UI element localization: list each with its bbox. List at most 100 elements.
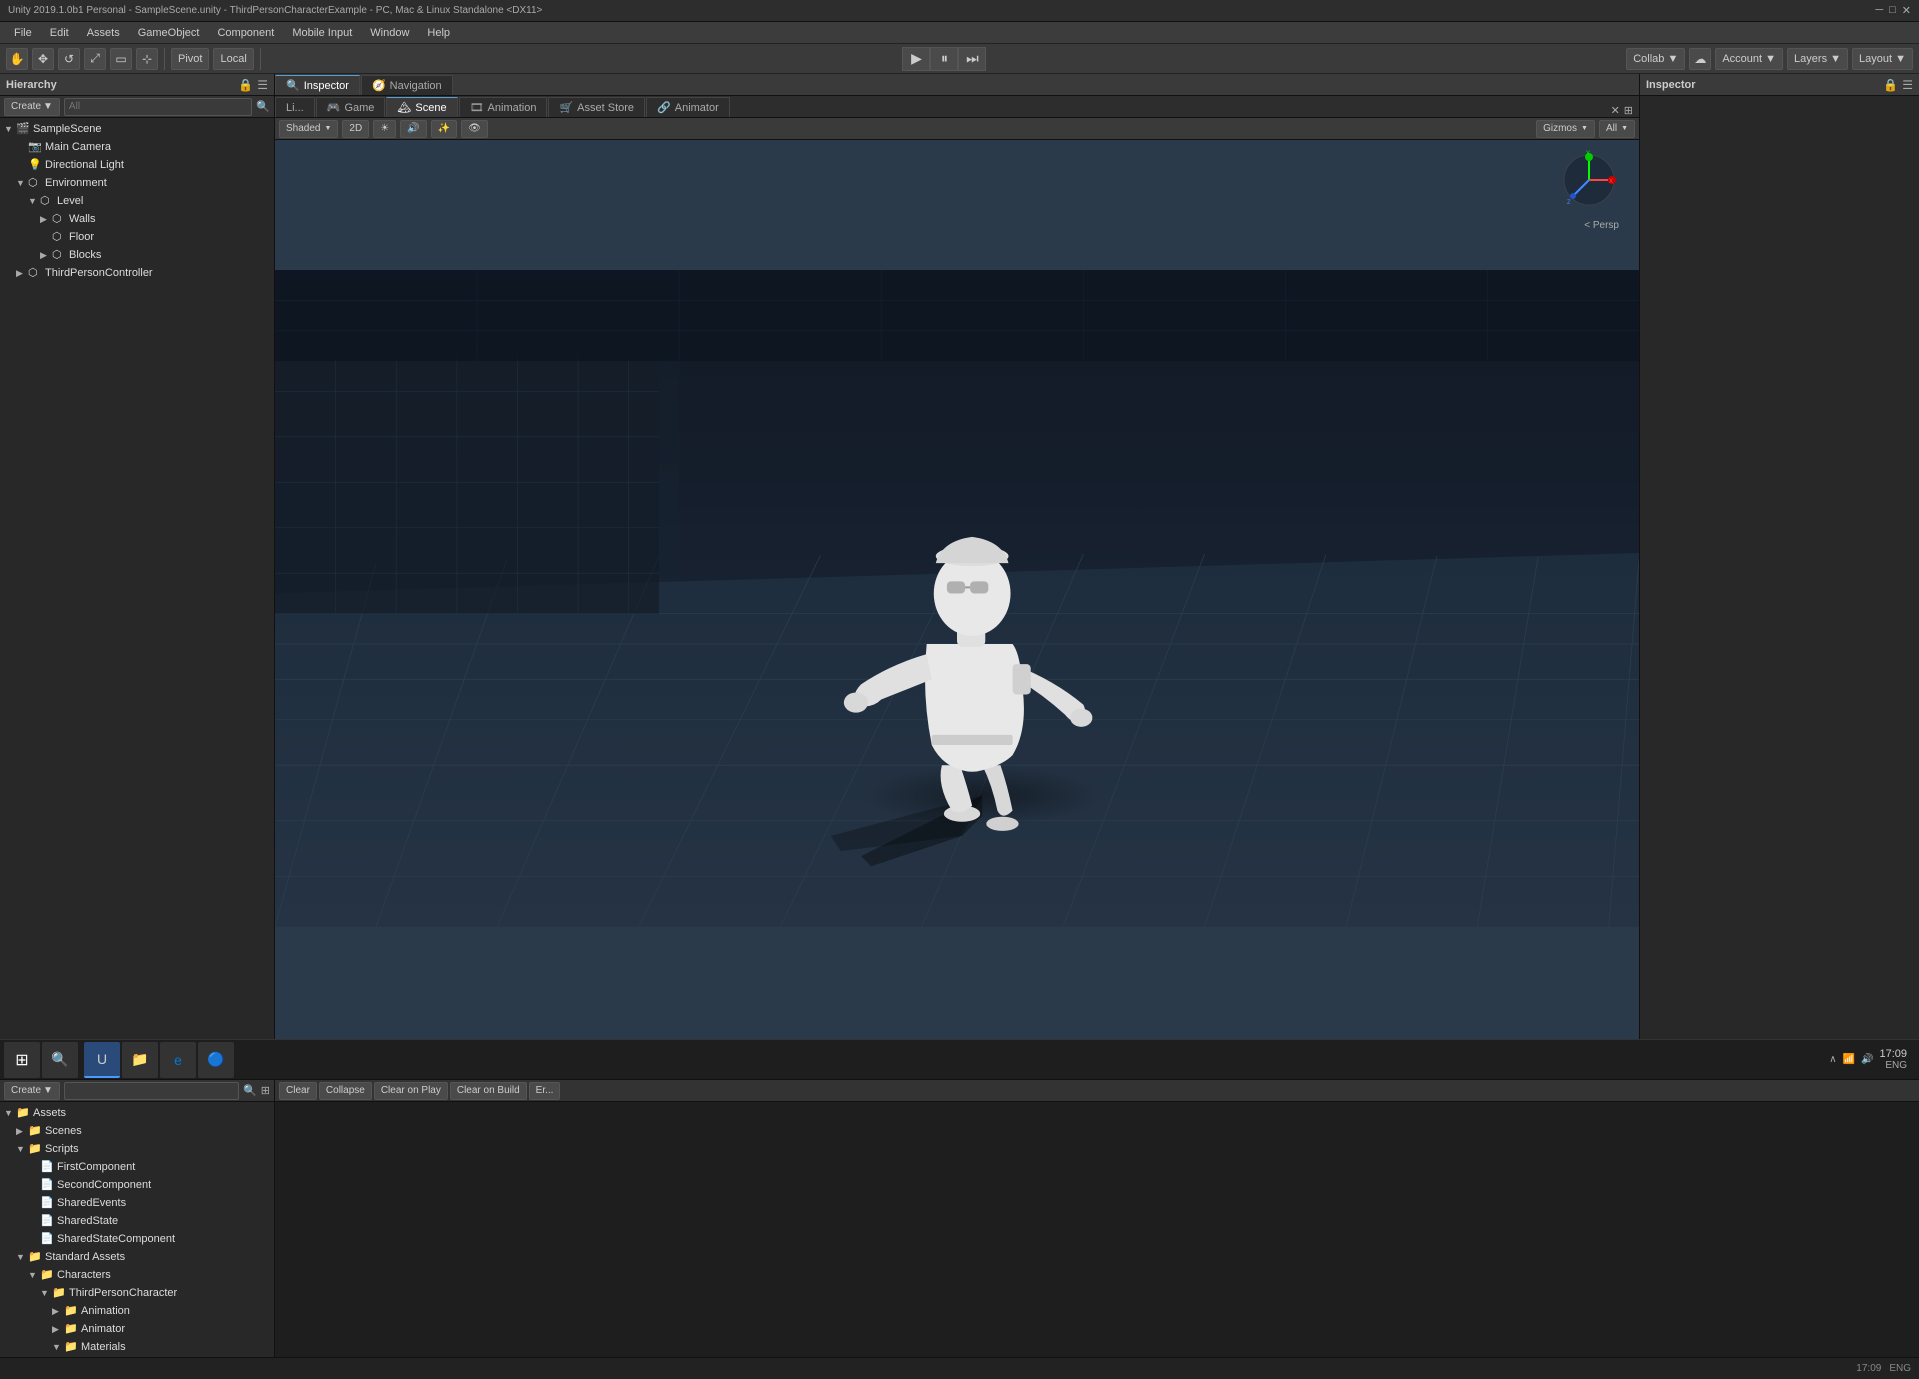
tab-navigation[interactable]: 🧭 Navigation: [361, 75, 453, 95]
clear-on-play-btn[interactable]: Clear on Play: [374, 1082, 448, 1100]
project-search[interactable]: [64, 1082, 239, 1100]
scene-view[interactable]: Y X Z < Persp: [275, 140, 1639, 1057]
tree-item-thirdpersoncharacter[interactable]: ▼ 📁 ThirdPersonCharacter: [0, 1284, 274, 1302]
tab-assetstore[interactable]: 🛒 Asset Store: [548, 97, 645, 117]
tree-item-thirdpersoncontroller[interactable]: ▶ ⬡ ThirdPersonController: [0, 264, 274, 282]
cloud-btn[interactable]: ☁: [1689, 48, 1711, 70]
project-grid-icon[interactable]: ⊞: [261, 1084, 270, 1097]
svg-text:X: X: [1609, 179, 1613, 185]
project-create-btn[interactable]: Create ▼: [4, 1082, 60, 1100]
minimize-btn[interactable]: ─: [1875, 4, 1883, 17]
collab-btn[interactable]: Collab ▼: [1626, 48, 1685, 70]
layout-btn[interactable]: Layout ▼: [1852, 48, 1913, 70]
pause-btn[interactable]: ⏸: [930, 47, 958, 71]
hierarchy-menu-icon[interactable]: ☰: [257, 78, 268, 92]
local-btn[interactable]: Local: [213, 48, 253, 70]
hierarchy-lock-icon[interactable]: 🔒: [238, 78, 253, 92]
hierarchy-create-btn[interactable]: Create ▼: [4, 98, 60, 116]
toolbar: ✋ ✥ ↺ ⤢ ▭ ⊹ Pivot Local ▶ ⏸ ⏭ Collab ▼ ☁…: [0, 44, 1919, 74]
tree-item-standardassets[interactable]: ▼ 📁 Standard Assets: [0, 1248, 274, 1266]
explorer-taskbar-icon[interactable]: 📁: [122, 1042, 158, 1078]
arrow-samplescene: ▼: [4, 124, 16, 134]
gizmo-svg: Y X Z: [1559, 150, 1619, 210]
rotate-tool-btn[interactable]: ↺: [58, 48, 80, 70]
account-btn[interactable]: Account ▼: [1715, 48, 1783, 70]
tree-item-animator-folder[interactable]: ▶ 📁 Animator: [0, 1320, 274, 1338]
clear-on-build-btn[interactable]: Clear on Build: [450, 1082, 527, 1100]
tree-item-secondcomponent[interactable]: 📄 SecondComponent: [0, 1176, 274, 1194]
start-btn[interactable]: ⊞: [4, 1042, 40, 1078]
menu-component[interactable]: Component: [209, 25, 282, 41]
tree-item-sharedevents[interactable]: 📄 SharedEvents: [0, 1194, 274, 1212]
tree-item-assets[interactable]: ▼ 📁 Assets: [0, 1104, 274, 1122]
tree-item-ethangrey[interactable]: EthanGrey: [0, 1356, 274, 1357]
pivot-btn[interactable]: Pivot: [171, 48, 209, 70]
step-btn[interactable]: ⏭: [958, 47, 986, 71]
tab-scene[interactable]: 🏔 Scene: [386, 97, 457, 117]
tree-item-walls[interactable]: ▶ ⬡ Walls: [0, 210, 274, 228]
tree-item-sharedstatecomponent[interactable]: 📄 SharedStateComponent: [0, 1230, 274, 1248]
shaded-btn[interactable]: Shaded: [279, 120, 338, 138]
clear-btn[interactable]: Clear: [279, 1082, 317, 1100]
hidden-layers-btn[interactable]: 👁: [461, 120, 488, 138]
inspector-menu-icon[interactable]: ☰: [1902, 78, 1913, 92]
layers-btn[interactable]: Layers ▼: [1787, 48, 1848, 70]
tree-item-level[interactable]: ▼ ⬡ Level: [0, 192, 274, 210]
maximize-btn[interactable]: □: [1889, 4, 1896, 17]
tree-item-characters[interactable]: ▼ 📁 Characters: [0, 1266, 274, 1284]
all-btn[interactable]: All: [1599, 120, 1635, 138]
tree-item-scenes[interactable]: ▶ 📁 Scenes: [0, 1122, 274, 1140]
2d-btn[interactable]: 2D: [342, 120, 369, 138]
tree-item-samplescene[interactable]: ▼ 🎬 SampleScene: [0, 120, 274, 138]
tree-item-materials-folder[interactable]: ▼ 📁 Materials: [0, 1338, 274, 1356]
chrome-taskbar-icon[interactable]: 🔵: [198, 1042, 234, 1078]
menu-edit[interactable]: Edit: [42, 25, 77, 41]
inspector-icon: 🔍: [286, 79, 300, 92]
navigation-icon: 🧭: [372, 79, 386, 92]
collapse-btn[interactable]: Collapse: [319, 1082, 372, 1100]
rect-tool-btn[interactable]: ▭: [110, 48, 132, 70]
error-pause-btn[interactable]: Er...: [529, 1082, 561, 1100]
audio-btn[interactable]: 🔊: [400, 120, 426, 138]
effects-btn[interactable]: ✨: [431, 120, 457, 138]
close-btn[interactable]: ✕: [1902, 4, 1911, 17]
tab-li[interactable]: Li...: [275, 97, 315, 117]
tree-item-animation-folder[interactable]: ▶ 📁 Animation: [0, 1302, 274, 1320]
scale-tool-btn[interactable]: ⤢: [84, 48, 106, 70]
tree-item-directionallight[interactable]: 💡 Directional Light: [0, 156, 274, 174]
play-btn[interactable]: ▶: [902, 47, 930, 71]
menu-file[interactable]: File: [6, 25, 40, 41]
hand-tool-btn[interactable]: ✋: [6, 48, 28, 70]
menu-gameobject[interactable]: GameObject: [130, 25, 208, 41]
menu-assets[interactable]: Assets: [79, 25, 128, 41]
statusbar: 17:09 ENG: [0, 1357, 1919, 1379]
tree-item-blocks[interactable]: ▶ ⬡ Blocks: [0, 246, 274, 264]
tree-item-maincamera[interactable]: 📷 Main Camera: [0, 138, 274, 156]
gizmos-btn[interactable]: Gizmos: [1536, 120, 1595, 138]
close-scene-icon[interactable]: ✕: [1611, 104, 1620, 117]
tree-item-sharedstate[interactable]: 📄 SharedState: [0, 1212, 274, 1230]
transform-tool-btn[interactable]: ⊹: [136, 48, 158, 70]
tab-animator[interactable]: 🔗 Animator: [646, 97, 730, 117]
unity-taskbar-icon[interactable]: U: [84, 1042, 120, 1078]
tab-game[interactable]: 🎮 Game: [316, 97, 386, 117]
tab-animation[interactable]: 🎞 Animation: [459, 97, 548, 117]
tree-item-floor[interactable]: ⬡ Floor: [0, 228, 274, 246]
camera-icon: 📷: [28, 140, 42, 154]
search-taskbar-btn[interactable]: 🔍: [42, 1042, 78, 1078]
persp-label: < Persp: [1584, 220, 1619, 231]
inspector-lock-icon[interactable]: 🔒: [1883, 78, 1898, 92]
menu-window[interactable]: Window: [362, 25, 417, 41]
hierarchy-search[interactable]: [64, 98, 252, 116]
move-tool-btn[interactable]: ✥: [32, 48, 54, 70]
tab-inspector[interactable]: 🔍 Inspector: [275, 75, 360, 95]
edge-taskbar-icon[interactable]: e: [160, 1042, 196, 1078]
clock: 17:09 ENG: [1879, 1048, 1907, 1071]
project-search-icon: 🔍: [243, 1084, 257, 1097]
tree-item-firstcomponent[interactable]: 📄 FirstComponent: [0, 1158, 274, 1176]
tree-item-environment[interactable]: ▼ ⬡ Environment: [0, 174, 274, 192]
menu-mobileinput[interactable]: Mobile Input: [284, 25, 360, 41]
lighting-btn[interactable]: ☀: [373, 120, 396, 138]
menu-help[interactable]: Help: [419, 25, 458, 41]
tree-item-scripts-root[interactable]: ▼ 📁 Scripts: [0, 1140, 274, 1158]
